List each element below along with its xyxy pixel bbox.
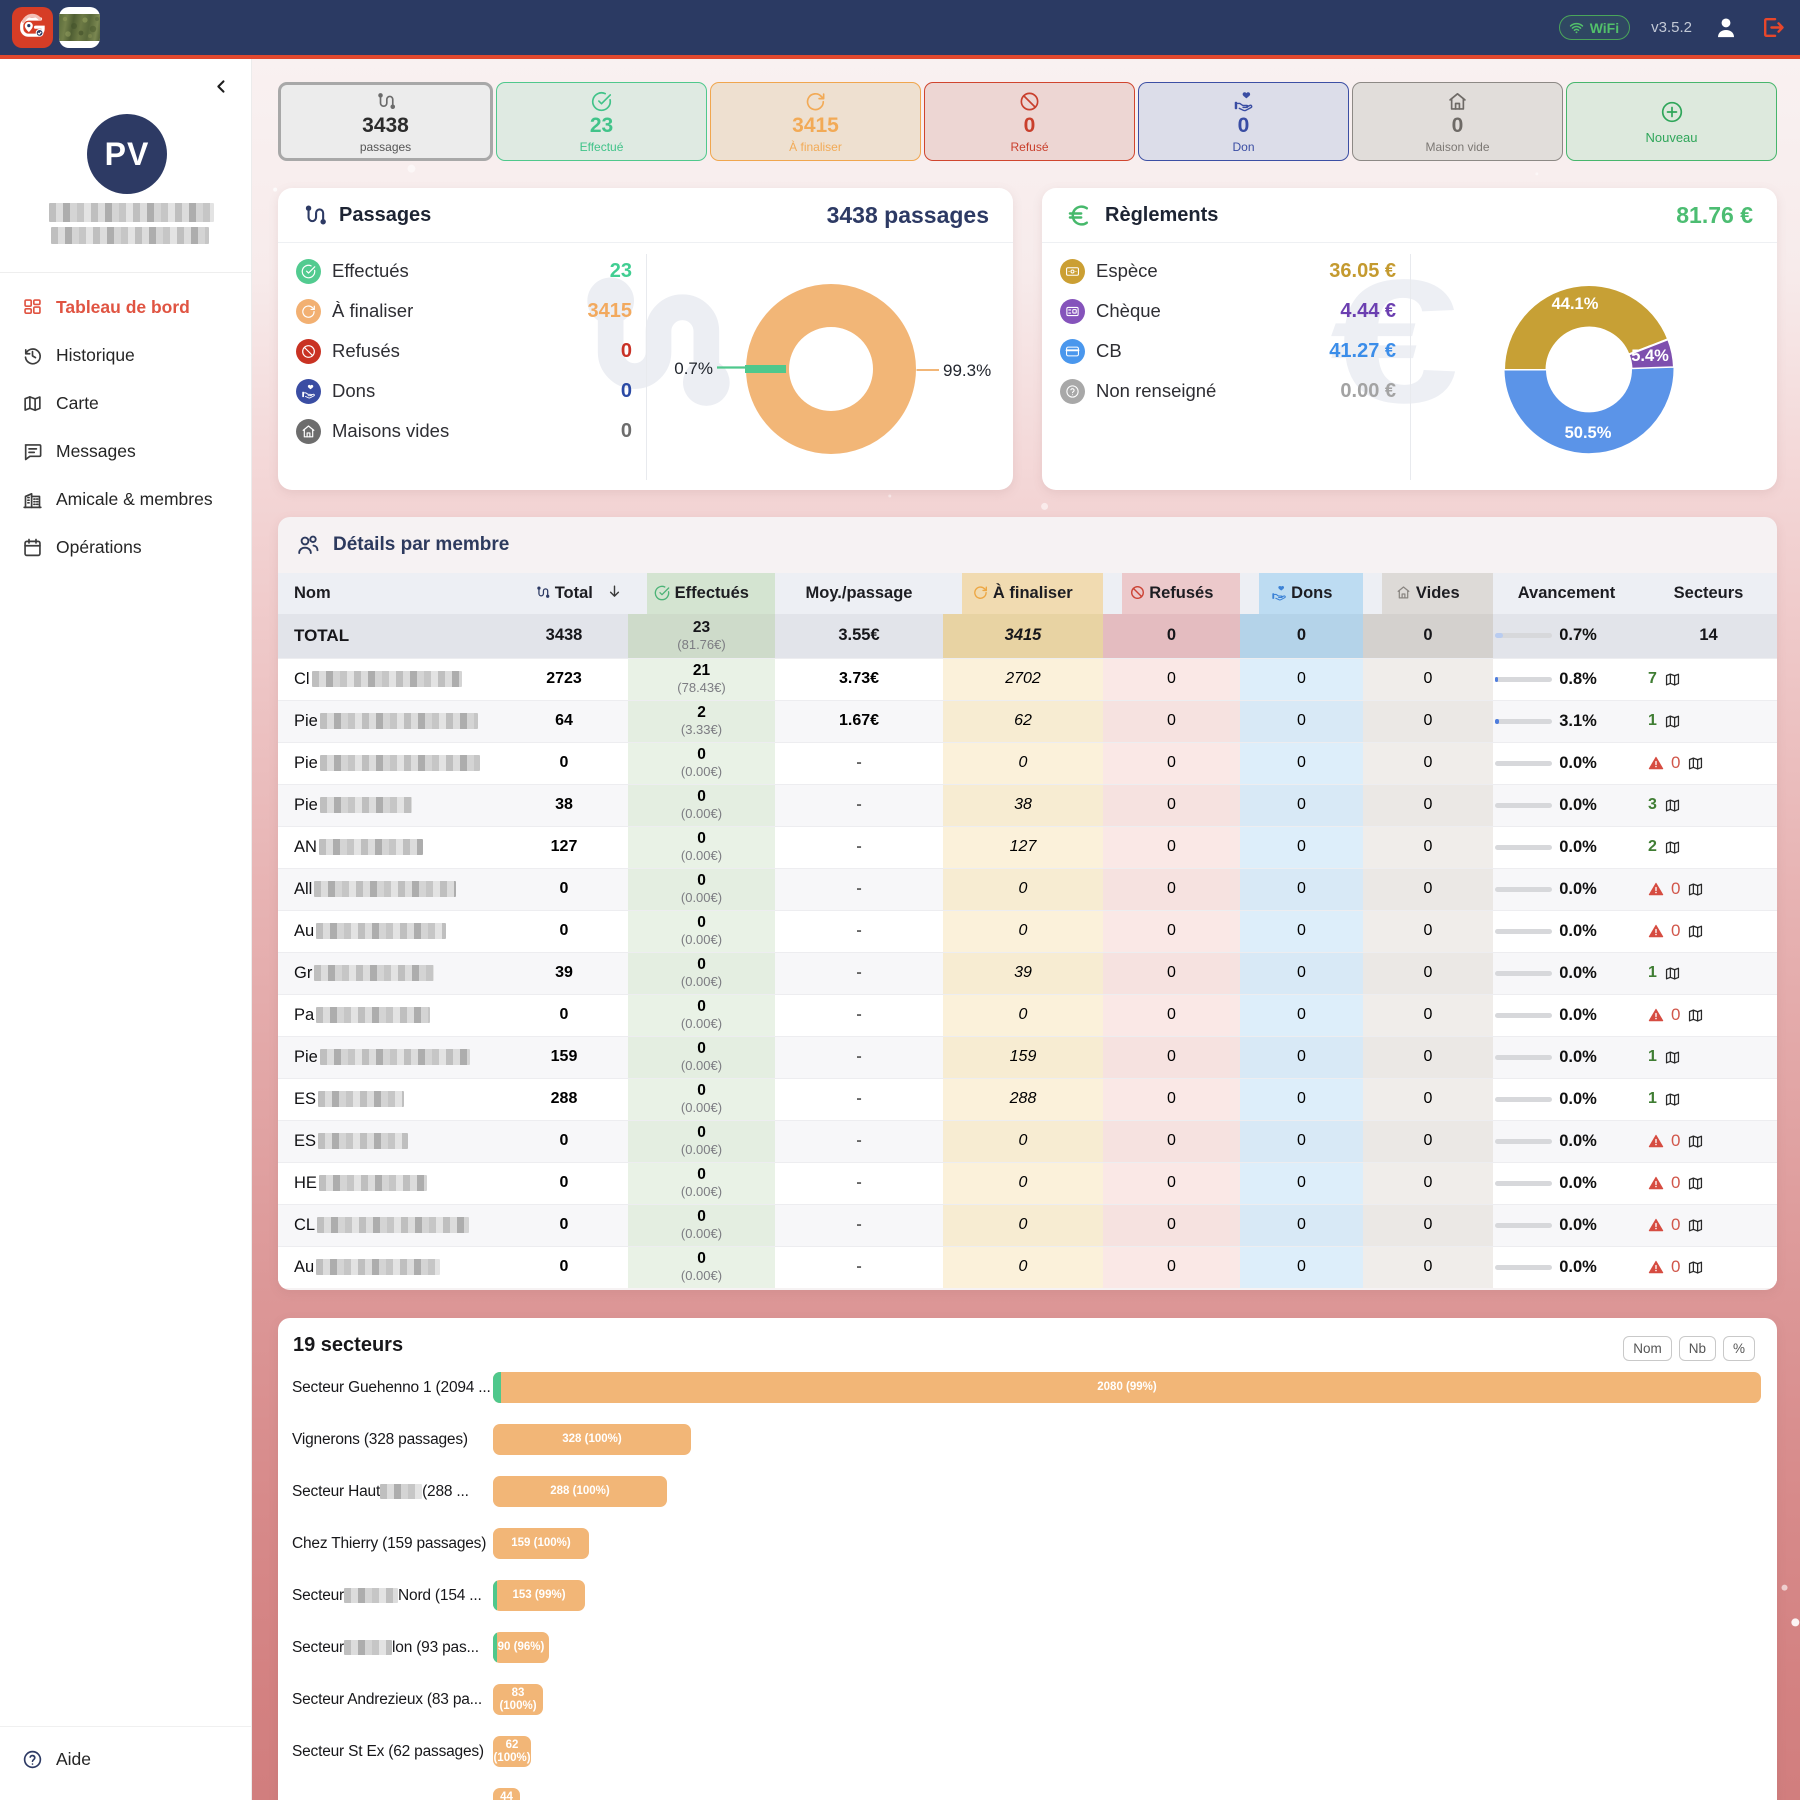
svg-text:50.5%: 50.5% bbox=[1565, 424, 1612, 442]
svg-text:0.7%: 0.7% bbox=[674, 359, 713, 378]
svg-text:99.3%: 99.3% bbox=[943, 361, 991, 380]
svg-text:5.4%: 5.4% bbox=[1631, 347, 1669, 365]
svg-text:44.1%: 44.1% bbox=[1552, 295, 1599, 313]
